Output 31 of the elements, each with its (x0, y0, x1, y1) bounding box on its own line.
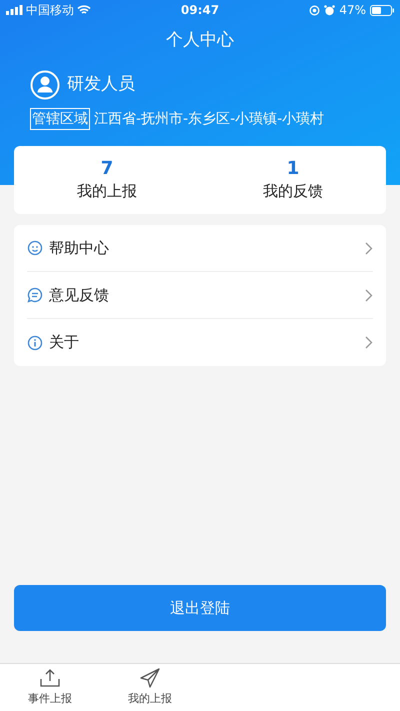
menu-item[interactable]: 意见反馈 (49, 284, 359, 306)
chevron-right-icon (365, 288, 373, 302)
signal-icon (6, 5, 23, 15)
upload-icon (39, 668, 61, 688)
menu-item[interactable]: 关于 (49, 331, 359, 354)
user-avatar-icon (30, 70, 60, 100)
battery-icon (370, 4, 394, 16)
stat-count: 1 (286, 158, 300, 180)
menu-item[interactable]: 帮助中心 (49, 236, 359, 260)
tab-label[interactable]: 我的上报 (128, 690, 172, 708)
chat-bubble-icon (27, 287, 43, 303)
wifi-icon (77, 5, 91, 15)
battery-percent: 47% (339, 2, 366, 19)
carrier-name: 中国移动 (26, 2, 74, 19)
stat-label[interactable]: 我的上报 (77, 180, 137, 202)
clock-time: 09:47 (180, 2, 220, 19)
paper-plane-icon (139, 668, 161, 688)
page-title: 个人中心 (166, 29, 234, 52)
tab-label[interactable]: 事件上报 (28, 690, 72, 708)
region-label: 管辖区域 (30, 108, 90, 130)
stat-label[interactable]: 我的反馈 (263, 180, 323, 202)
lock-rotation-icon (309, 4, 320, 16)
stat-count: 7 (100, 158, 114, 180)
user-name: 研发人员 (67, 73, 135, 96)
smiley-face-icon (27, 240, 43, 256)
chevron-right-icon (365, 336, 373, 349)
chevron-right-icon (365, 242, 373, 254)
alarm-icon (324, 4, 336, 16)
region-path: 江西省-抚州市-东乡区-小璜镇-小璜村 (94, 110, 324, 128)
logout-button[interactable]: 退出登陆 (14, 585, 386, 631)
info-icon (27, 334, 43, 350)
